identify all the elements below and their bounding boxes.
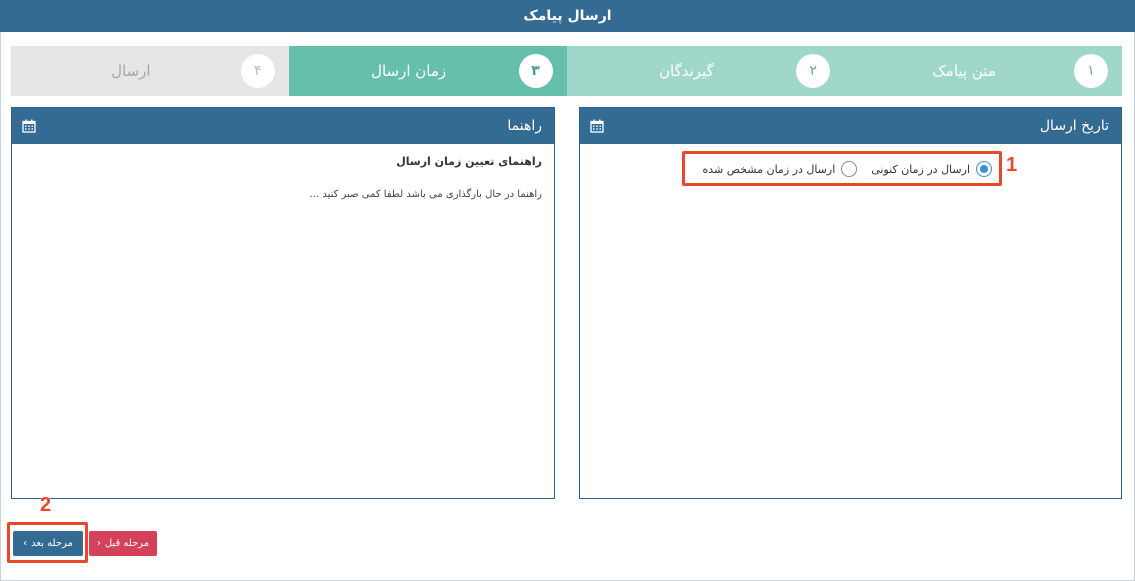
help-panel: راهنما راهنمای تعیین زمان ارسال راهنما د… — [11, 107, 555, 499]
calendar-icon — [22, 119, 36, 133]
annotation-number-2: 2 — [40, 494, 52, 516]
page-title: ارسال پیامک — [0, 0, 1135, 32]
previous-step-label: مرحله قبل — [104, 538, 150, 549]
page-title-text: ارسال پیامک — [523, 8, 612, 24]
wizard-steps: ۱ متن پیامک ۲ گیرندگان ۳ زمان ارسال ۴ ار… — [11, 46, 1122, 96]
step-number: ۲ — [796, 54, 831, 88]
help-panel-header: راهنما — [12, 108, 554, 144]
help-heading: راهنمای تعیین زمان ارسال — [396, 155, 542, 168]
step-message-text[interactable]: ۱ متن پیامک — [844, 46, 1122, 96]
annotation-box-1 — [682, 151, 1002, 186]
step-label: ارسال — [111, 62, 151, 80]
send-date-panel-title: تاریخ ارسال — [1039, 118, 1109, 134]
step-label: زمان ارسال — [371, 62, 447, 80]
step-send[interactable]: ۴ ارسال — [11, 46, 289, 96]
previous-step-button[interactable]: مرحله قبل ‹ — [89, 531, 157, 556]
step-number: ۳ — [518, 54, 553, 88]
chevron-left-icon: ‹ — [96, 538, 101, 549]
help-panel-title: راهنما — [507, 118, 542, 134]
help-text: راهنما در حال بارگذاری می باشد لطفا کمی … — [309, 189, 542, 200]
calendar-icon — [590, 119, 604, 133]
step-recipients[interactable]: ۲ گیرندگان — [566, 46, 845, 96]
annotation-box-2 — [7, 522, 88, 563]
step-number: ۴ — [240, 54, 275, 88]
step-label: متن پیامک — [932, 62, 996, 80]
step-number: ۱ — [1074, 54, 1108, 88]
annotation-number-1: 1 — [1006, 154, 1018, 176]
send-date-panel-header: تاریخ ارسال — [580, 108, 1121, 144]
step-label: گیرندگان — [659, 62, 714, 80]
step-send-time[interactable]: ۳ زمان ارسال — [288, 46, 567, 96]
